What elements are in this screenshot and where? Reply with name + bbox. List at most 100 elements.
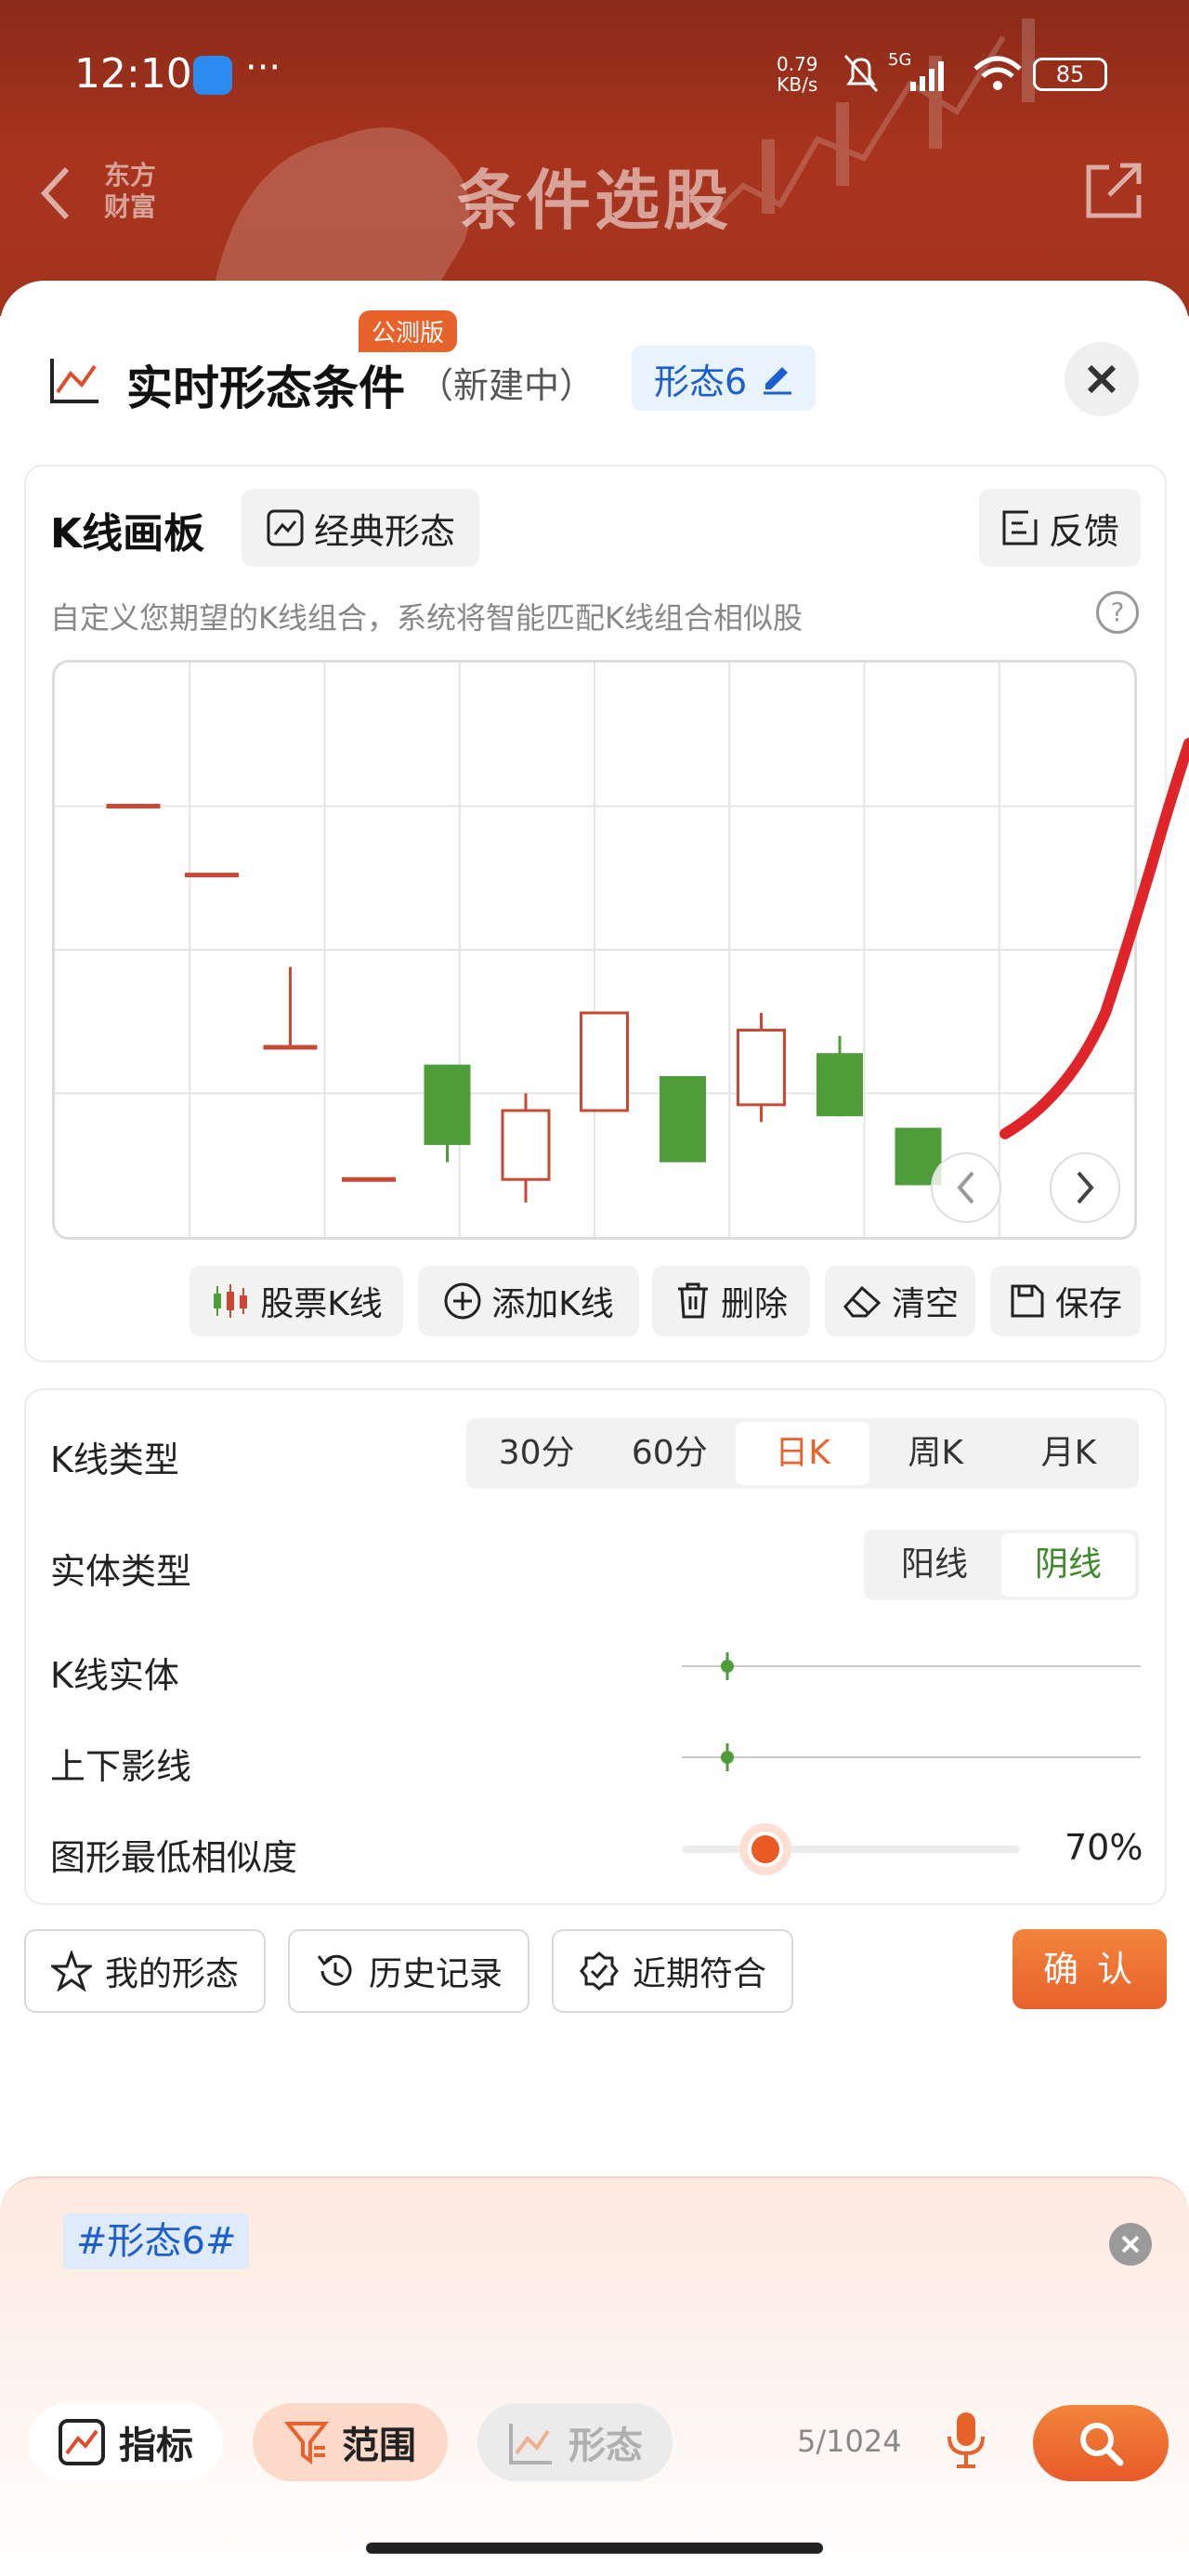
ktype-option-60m[interactable]: 60分 bbox=[603, 1422, 736, 1485]
body-size-label: K线实体 bbox=[50, 1655, 179, 1696]
kline-chart bbox=[55, 663, 1134, 1237]
ktype-option-day[interactable]: 日K bbox=[736, 1422, 869, 1485]
recent-match-button[interactable]: 近期符合 bbox=[552, 1929, 793, 2013]
chart-line-icon bbox=[50, 359, 98, 403]
feedback-label: 反馈 bbox=[1048, 510, 1119, 552]
search-icon bbox=[1080, 2423, 1124, 2466]
net-speed-unit: KB/s bbox=[777, 73, 818, 96]
ktype-option-month[interactable]: 月K bbox=[1002, 1422, 1135, 1485]
candle[interactable] bbox=[660, 1075, 706, 1163]
candle[interactable] bbox=[501, 1093, 551, 1203]
save-button[interactable]: 保存 bbox=[990, 1266, 1141, 1336]
edit-pencil-icon bbox=[764, 367, 792, 395]
similarity-thumb-dot bbox=[748, 1832, 783, 1867]
save-icon bbox=[1011, 1284, 1044, 1318]
candle[interactable] bbox=[737, 1012, 786, 1123]
history-icon bbox=[317, 1954, 352, 1986]
similarity-value: 70% bbox=[1065, 1827, 1143, 1868]
stock-kline-label: 股票K线 bbox=[260, 1285, 383, 1323]
close-icon bbox=[1121, 2235, 1140, 2254]
tab-pattern-label: 形态 bbox=[568, 2425, 643, 2467]
pattern-chart-icon bbox=[509, 2424, 552, 2464]
tab-range-label: 范围 bbox=[342, 2425, 416, 2467]
chevron-left-icon bbox=[957, 1171, 974, 1204]
body-size-thumb[interactable] bbox=[718, 1652, 737, 1680]
similarity-track bbox=[682, 1846, 1020, 1853]
ktype-segmented: 30分 60分 日K 周K 月K bbox=[466, 1418, 1139, 1489]
drawn-stroke bbox=[1000, 738, 1189, 1139]
add-kline-label: 添加K线 bbox=[491, 1285, 614, 1323]
similarity-slider[interactable] bbox=[682, 1821, 1020, 1877]
delete-button[interactable]: 删除 bbox=[652, 1266, 810, 1336]
candle-body bbox=[660, 1075, 706, 1163]
badge-check-icon bbox=[580, 1952, 619, 1991]
ktype-option-week[interactable]: 周K bbox=[869, 1422, 1002, 1485]
candle-body bbox=[737, 1029, 786, 1107]
classic-pattern-label: 经典形态 bbox=[313, 510, 455, 552]
query-tag[interactable]: #形态6# bbox=[63, 2214, 250, 2269]
scroll-left-button[interactable] bbox=[931, 1152, 1001, 1223]
kboard-hint: 自定义您期望的K线组合，系统将智能匹配K线组合相似股 bbox=[50, 600, 803, 636]
status-time: 12:10 bbox=[74, 50, 192, 98]
scroll-right-button[interactable] bbox=[1050, 1152, 1120, 1223]
pattern-name: 形态6 bbox=[654, 361, 748, 402]
similarity-label: 图形最低相似度 bbox=[50, 1837, 298, 1878]
page-title: 条件选股 bbox=[457, 163, 732, 239]
confirm-button[interactable]: 确 认 bbox=[1013, 1929, 1167, 2009]
filter-funnel-icon bbox=[284, 2422, 329, 2464]
history-button[interactable]: 历史记录 bbox=[288, 1929, 529, 2013]
similarity-thumb[interactable] bbox=[739, 1823, 791, 1875]
candle[interactable] bbox=[580, 1011, 629, 1112]
save-label: 保存 bbox=[1054, 1285, 1122, 1323]
body-type-yang[interactable]: 阳线 bbox=[868, 1533, 1001, 1597]
body-type-segmented: 阳线 阴线 bbox=[864, 1530, 1139, 1600]
clear-query-button[interactable] bbox=[1109, 2223, 1152, 2266]
clear-button[interactable]: 清空 bbox=[825, 1266, 975, 1336]
net-speed-value: 0.79 bbox=[777, 53, 818, 75]
close-button[interactable] bbox=[1065, 342, 1139, 416]
candle[interactable] bbox=[817, 1035, 863, 1117]
recent-match-label: 近期符合 bbox=[632, 1955, 766, 1993]
char-counter: 5/1024 bbox=[797, 2424, 902, 2459]
star-icon bbox=[50, 1951, 92, 1991]
signal-icon bbox=[910, 61, 944, 91]
search-button[interactable] bbox=[1033, 2405, 1169, 2481]
body-type-yin[interactable]: 阴线 bbox=[1001, 1533, 1135, 1597]
microphone-icon[interactable] bbox=[944, 2411, 988, 2470]
shadow-label: 上下影线 bbox=[50, 1746, 192, 1787]
pattern-name-chip[interactable]: 形态6 bbox=[632, 346, 817, 411]
body-size-slider[interactable] bbox=[682, 1652, 1141, 1680]
shadow-slider[interactable] bbox=[682, 1743, 1141, 1771]
shadow-thumb[interactable] bbox=[718, 1743, 737, 1771]
plus-circle-icon bbox=[444, 1282, 481, 1320]
battery-icon: 85 bbox=[1033, 58, 1107, 91]
candle-body bbox=[424, 1064, 471, 1146]
my-patterns-label: 我的形态 bbox=[104, 1955, 239, 1993]
share-icon[interactable] bbox=[1081, 158, 1146, 223]
help-icon[interactable]: ? bbox=[1096, 591, 1139, 634]
add-kline-button[interactable]: 添加K线 bbox=[418, 1266, 639, 1336]
tab-indicator[interactable]: 指标 bbox=[28, 2403, 223, 2481]
ktype-option-30m[interactable]: 30分 bbox=[470, 1422, 603, 1485]
status-more: ··· bbox=[245, 46, 281, 89]
candles-icon bbox=[214, 1284, 248, 1318]
kboard-title: K线画板 bbox=[50, 510, 205, 558]
help-label: ? bbox=[1110, 597, 1125, 627]
feedback-icon bbox=[1002, 510, 1038, 545]
tab-pattern[interactable]: 形态 bbox=[477, 2403, 673, 2481]
history-label: 历史记录 bbox=[368, 1955, 503, 1993]
stock-kline-button[interactable]: 股票K线 bbox=[189, 1266, 403, 1336]
tab-range[interactable]: 范围 bbox=[253, 2403, 448, 2481]
candle[interactable] bbox=[263, 966, 318, 1050]
battery-level: 85 bbox=[1055, 61, 1085, 87]
panel-title: 实时形态条件 bbox=[126, 361, 405, 415]
delete-label: 删除 bbox=[720, 1285, 788, 1323]
feedback-button[interactable]: 反馈 bbox=[979, 489, 1141, 567]
app-notification-icon bbox=[193, 56, 232, 95]
pattern-icon bbox=[267, 509, 304, 546]
my-patterns-button[interactable]: 我的形态 bbox=[24, 1929, 266, 2013]
clear-label: 清空 bbox=[891, 1285, 959, 1323]
classic-pattern-button[interactable]: 经典形态 bbox=[242, 489, 479, 567]
body-type-label: 实体类型 bbox=[50, 1551, 192, 1592]
candle[interactable] bbox=[424, 1064, 471, 1163]
